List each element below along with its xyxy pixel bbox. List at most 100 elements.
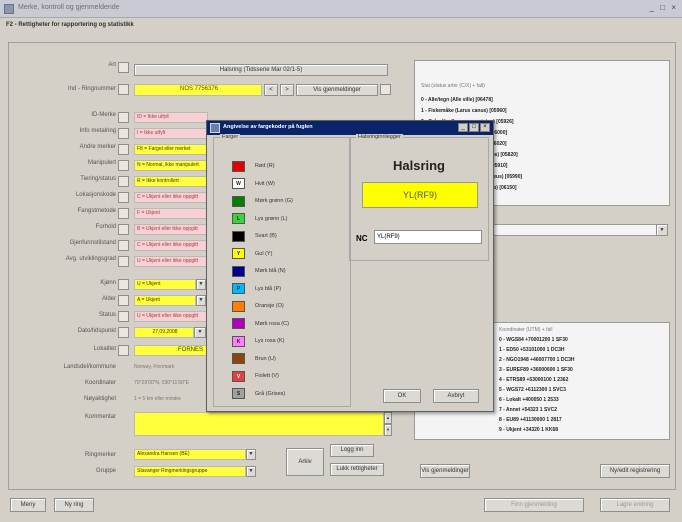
comment-scroll-down-icon[interactable]: ▼ xyxy=(384,424,392,436)
comment-field[interactable] xyxy=(134,412,384,436)
coordinate-list-item[interactable]: 0 - WGS84 +70001200 1 SF30 xyxy=(499,337,568,343)
condition-field[interactable]: B = Ukjent eller ikke oppgitt xyxy=(134,224,208,235)
window-controls[interactable]: _ □ × xyxy=(650,3,678,12)
color-swatch-icon[interactable] xyxy=(232,265,245,277)
color-option[interactable]: Brun (U) xyxy=(232,353,276,365)
find-recovery-button[interactable]: Finn gjenmelding xyxy=(484,498,584,512)
date-field[interactable]: 27.09.2008 xyxy=(134,327,194,338)
color-swatch-icon[interactable]: W xyxy=(232,178,245,189)
dialog-minimize-icon[interactable]: _ xyxy=(458,123,468,132)
date-dropdown-icon[interactable]: ▼ xyxy=(194,327,206,338)
color-swatch-icon[interactable] xyxy=(232,160,245,172)
other-marks-field[interactable]: F8 = Farget eller merket xyxy=(134,144,208,155)
color-option[interactable]: Rød (R) xyxy=(232,160,275,172)
coordinate-list-item[interactable]: 9 - Ukjent +34320 1 KK68 xyxy=(499,427,558,433)
coordinate-list-item[interactable]: 5 - WGS72 +6112300 1 SVC3 xyxy=(499,387,566,393)
row-checkbox[interactable] xyxy=(118,327,129,338)
color-swatch-icon[interactable] xyxy=(232,230,245,242)
color-swatch-icon[interactable]: S xyxy=(232,388,245,399)
row-checkbox[interactable] xyxy=(118,256,129,267)
capture-method-field[interactable]: F = Ukjent xyxy=(134,208,208,219)
view-recoveries-button[interactable]: Vis gjenmeldinger xyxy=(296,84,378,96)
new-registration-button[interactable]: Ny/edit registrering xyxy=(600,464,670,478)
row-checkbox[interactable] xyxy=(118,128,129,139)
dialog-close-icon[interactable]: × xyxy=(480,123,490,132)
metal-ring-info-field[interactable]: I = Ikke utfylt xyxy=(134,128,208,139)
row-checkbox[interactable] xyxy=(118,160,129,171)
new-ring-button[interactable]: Ny ring xyxy=(54,498,94,512)
row-checkbox[interactable] xyxy=(118,279,129,290)
location-code-field[interactable]: C = Ukjent eller ikke oppgitt xyxy=(134,192,208,203)
recovery-state-field[interactable]: C = Ukjent eller ikke oppgitt xyxy=(134,240,208,251)
color-swatch-icon[interactable]: P xyxy=(232,283,245,294)
color-swatch-icon[interactable]: V xyxy=(232,370,245,382)
color-option[interactable]: Y Gul (Y) xyxy=(232,248,272,260)
manipulated-field[interactable]: N = Normal, ikke manipulert xyxy=(134,160,208,171)
group-dropdown-icon[interactable]: ▼ xyxy=(246,466,256,477)
row-checkbox[interactable] xyxy=(118,208,129,219)
color-option[interactable]: V Fiolett (V) xyxy=(232,370,279,382)
color-swatch-icon[interactable]: L xyxy=(232,213,245,224)
color-option[interactable]: Mørk blå (N) xyxy=(232,265,286,277)
row-checkbox[interactable] xyxy=(118,112,129,123)
row-checkbox[interactable] xyxy=(118,345,129,356)
locality-field[interactable]: FORNES xyxy=(134,345,208,356)
ringer-select[interactable]: Alexandra Hansen (BE) xyxy=(134,449,246,460)
development-field[interactable]: U = Ukjent eller ikke oppgitt xyxy=(134,256,208,267)
row-checkbox[interactable] xyxy=(118,176,129,187)
color-option[interactable]: K Lys rosa (K) xyxy=(232,335,284,347)
nc-input[interactable]: YL(RF9) xyxy=(374,230,482,244)
row-checkbox[interactable] xyxy=(118,192,129,203)
status-field[interactable]: U = Ukjent eller ikke oppgitt xyxy=(134,311,208,322)
color-swatch-icon[interactable]: K xyxy=(232,335,245,347)
ringer-dropdown-icon[interactable]: ▼ xyxy=(246,449,256,460)
close-rights-button[interactable]: Lukk rettigheter xyxy=(330,463,384,476)
row-checkbox[interactable] xyxy=(118,84,129,95)
color-option[interactable]: P Lys blå (P) xyxy=(232,283,281,295)
coordinate-list-item[interactable]: 7 - Annet +54323 1 SVC2 xyxy=(499,407,557,413)
color-option[interactable]: Oransje (O) xyxy=(232,300,284,312)
login-button[interactable]: Logg inn xyxy=(330,444,374,457)
color-swatch-icon[interactable] xyxy=(232,353,245,364)
status-list-item[interactable]: 0 - Alle/tegn (Alle ville) [06478] xyxy=(421,97,493,103)
row-checkbox[interactable] xyxy=(118,144,129,155)
coordinate-list-item[interactable]: 3 - EUREF89 +36000600 1 SF30 xyxy=(499,367,573,373)
row-checkbox[interactable] xyxy=(118,311,129,322)
color-option[interactable]: Mørk grønn (G) xyxy=(232,195,293,207)
color-option[interactable]: W Hvit (W) xyxy=(232,178,275,190)
species-dropdown-icon[interactable]: ▼ xyxy=(656,224,668,236)
status-list-item[interactable]: 1 - Fiskemåke (Larus canus) [05960] xyxy=(421,108,507,114)
dialog-ok-button[interactable]: OK xyxy=(383,389,421,403)
id-mark-field[interactable]: ID = Ikke utfylt xyxy=(134,112,208,123)
sex-select[interactable]: U = Ukjent xyxy=(134,279,196,290)
group-select[interactable]: Stavanger Ringmerkingsgruppe xyxy=(134,466,246,477)
color-option[interactable]: Mørk rosa (C) xyxy=(232,318,289,330)
color-swatch-icon[interactable]: Y xyxy=(232,248,245,259)
age-dropdown-icon[interactable]: ▼ xyxy=(196,295,206,306)
dialog-maximize-icon[interactable]: □ xyxy=(469,123,479,132)
row-checkbox[interactable] xyxy=(118,224,129,235)
art-selector[interactable]: Halsring (Tidsserie Mar 02/1-5) xyxy=(134,64,388,76)
sex-dropdown-icon[interactable]: ▼ xyxy=(196,279,206,290)
archive-button[interactable]: Arkiv xyxy=(286,448,324,476)
coordinate-list-item[interactable]: 6 - Lokalt +400050 1 2533 xyxy=(499,397,559,403)
ring-number-field[interactable]: NOS 7756376 xyxy=(134,84,262,96)
ring-next-button[interactable]: > xyxy=(280,84,294,96)
color-option[interactable]: S Grå (Grises) xyxy=(232,388,285,400)
coordinate-list-item[interactable]: 8 - EU89 +41130000 1 2817 xyxy=(499,417,562,423)
coordinate-list-item[interactable]: 4 - ETRS89 +53000100 1 2362 xyxy=(499,377,568,383)
menu-button[interactable]: Meny xyxy=(10,498,46,512)
row-checkbox[interactable] xyxy=(118,295,129,306)
ring-option-checkbox[interactable] xyxy=(380,84,391,95)
color-swatch-icon[interactable] xyxy=(232,300,245,312)
row-checkbox[interactable] xyxy=(118,240,129,251)
coordinate-list-item[interactable]: 1 - ED50 +53101000 1 DC3H xyxy=(499,347,564,353)
color-swatch-icon[interactable] xyxy=(232,318,245,329)
tiering-status-field[interactable]: R = Ikke kontrollert xyxy=(134,176,208,187)
ring-prev-button[interactable]: < xyxy=(264,84,278,96)
coordinate-list-item[interactable]: 2 - NGO1948 +46007700 1 DC3H xyxy=(499,357,574,363)
color-swatch-icon[interactable] xyxy=(232,195,245,207)
view-recoveries-bottom-button[interactable]: Vis gjenmeldinger xyxy=(420,464,470,478)
comment-scroll-up-icon[interactable]: ▲ xyxy=(384,412,392,424)
save-changes-button[interactable]: Lagre endring xyxy=(600,498,670,512)
